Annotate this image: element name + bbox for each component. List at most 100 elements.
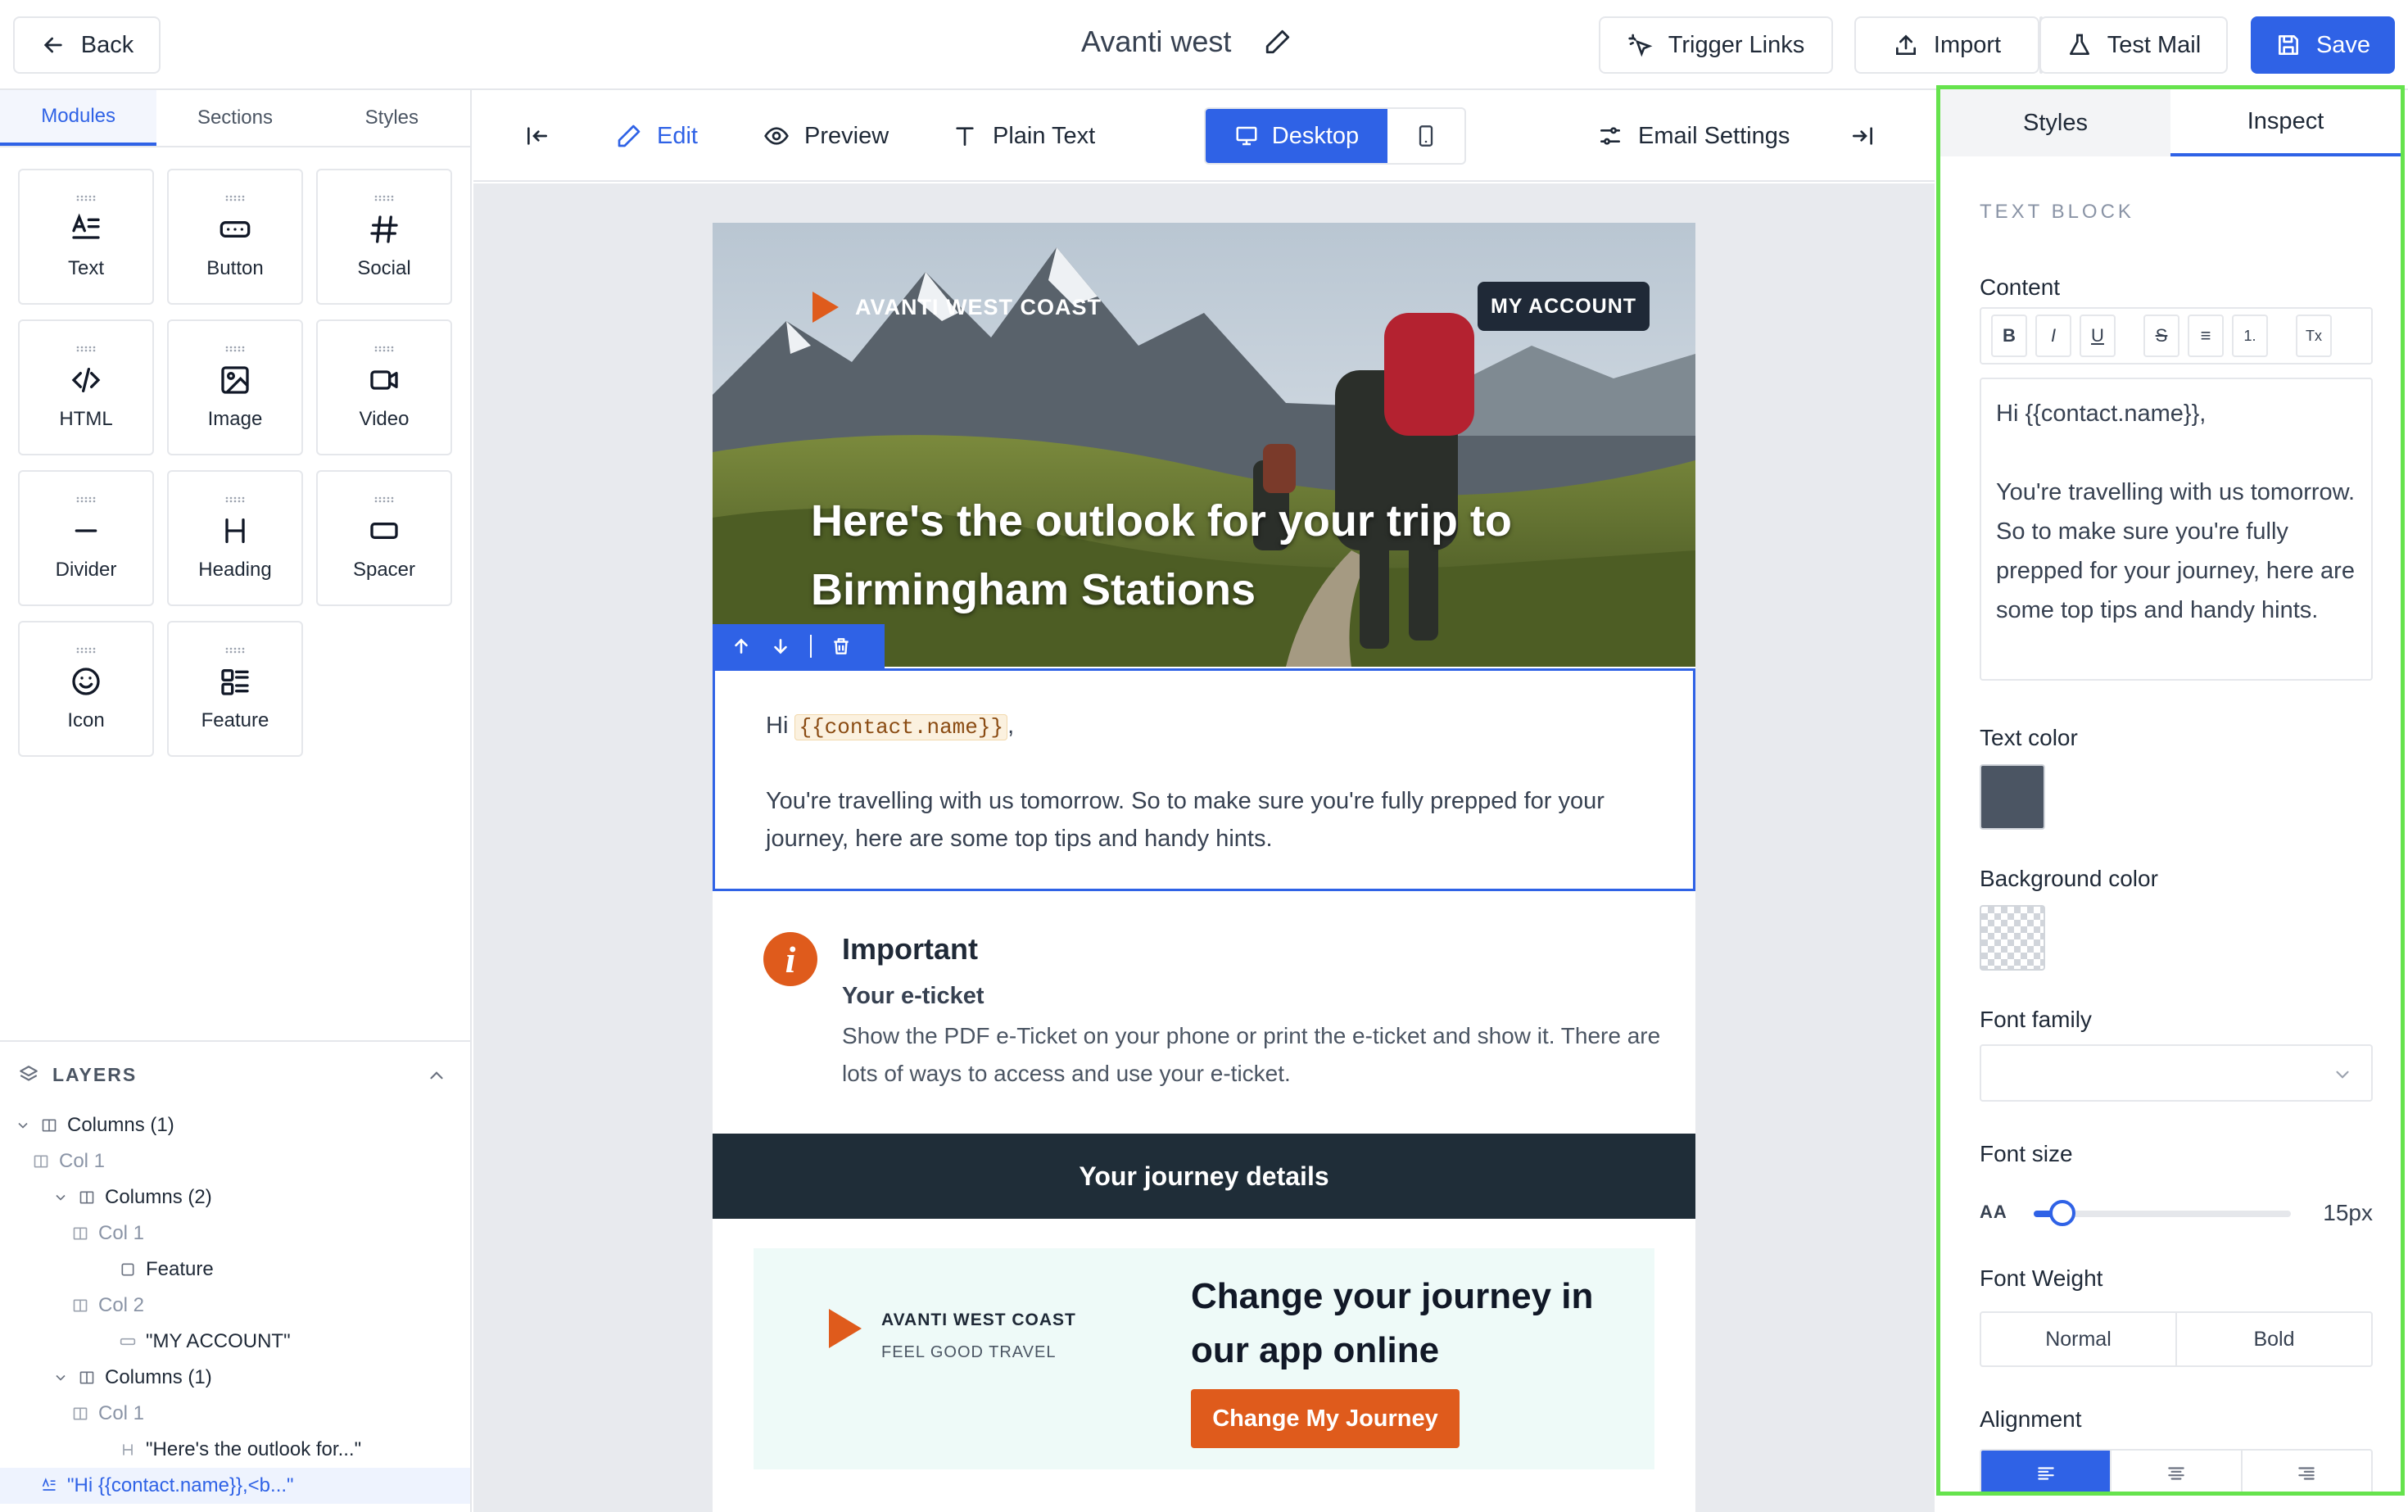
test-mail-button[interactable]: Test Mail [2039,16,2228,74]
back-label: Back [80,31,134,58]
layer-row[interactable]: Col 1 [0,1143,470,1179]
document-title-text: Avanti west [1081,25,1232,58]
document-title: Avanti west [1081,25,1292,59]
arrow-down-icon[interactable] [770,636,791,657]
arrow-up-icon[interactable] [731,636,752,657]
trash-icon[interactable] [831,636,852,657]
module-divider[interactable]: Divider [18,470,154,606]
module-html[interactable]: HTML [18,319,154,455]
layers-header[interactable]: LAYERS [0,1042,470,1107]
layer-label: Col 1 [98,1402,145,1424]
selected-text-block[interactable]: Hi {{contact.name}}, You're travelling w… [713,668,1695,891]
video-icon [370,370,398,390]
chevron-down-icon[interactable] [52,1189,69,1206]
pencil-icon [618,124,640,147]
bullet-list-button[interactable]: ≡ [2188,315,2224,357]
app-promo[interactable]: AVANTI WEST COAST FEEL GOOD TRAVEL Chang… [754,1248,1654,1469]
tab-inspect[interactable]: Inspect [2170,89,2401,156]
background-color-swatch[interactable] [1980,905,2045,971]
hero-section[interactable]: AVANTI WEST COAST MY ACCOUNT Here's the … [713,223,1695,667]
import-label: Import [1933,31,2002,58]
layer-row[interactable]: Columns (1) [0,1107,470,1143]
layer-row[interactable]: Col 1 [0,1215,470,1252]
drag-grip-icon [225,496,245,503]
plain-text-button[interactable]: Plain Text [952,90,1095,182]
layer-row[interactable]: Feature [0,1252,470,1288]
module-image[interactable]: Image [167,319,303,455]
align-left-icon [2037,1467,2054,1480]
font-weight-bold[interactable]: Bold [2175,1313,2371,1365]
desktop-toggle[interactable]: Desktop [1206,109,1387,163]
editor-body: You're travelling with us tomorrow. So t… [1996,479,2356,623]
layer-row[interactable]: Columns (2) [0,1179,470,1215]
merge-tag[interactable]: {{contact.name}} [794,714,1008,740]
font-family-select[interactable] [1980,1044,2373,1102]
module-heading[interactable]: Heading [167,470,303,606]
font-size-slider[interactable]: AA 15px [1980,1190,2373,1236]
collapse-left-button[interactable] [524,90,550,182]
my-account-button[interactable]: MY ACCOUNT [1478,282,1650,331]
strikethrough-button[interactable]: S [2143,315,2179,357]
font-weight-normal[interactable]: Normal [1981,1313,2175,1365]
edit-mode-button[interactable]: Edit [616,90,698,182]
layer-row[interactable]: Columns (1) [0,1360,470,1396]
pencil-icon[interactable] [1264,28,1292,56]
divider-icon [75,529,97,532]
columns-icon [42,1119,57,1132]
align-center-button[interactable] [2110,1451,2240,1492]
underline-button[interactable]: U [2080,315,2116,357]
brand-triangle-icon [812,292,839,323]
import-button[interactable]: Import [1854,16,2039,74]
tab-sections[interactable]: Sections [156,90,313,146]
module-social[interactable]: Social [316,169,452,305]
bold-button[interactable]: B [1991,315,2027,357]
trigger-links-button[interactable]: Trigger Links [1599,16,1833,74]
module-label: Heading [198,559,272,581]
drag-grip-icon [225,647,245,654]
layer-row[interactable]: "MY ACCOUNT" [0,1324,470,1360]
layer-row[interactable]: "Here's the outlook for..." [0,1432,470,1468]
numbered-list-button[interactable]: 1. [2232,315,2268,357]
layer-row-selected[interactable]: "Hi {{contact.name}},<b..." [0,1468,470,1504]
collapse-right-icon [1853,127,1872,145]
tab-styles[interactable]: Styles [314,90,470,146]
content-editor[interactable]: Hi {{contact.name}}, You're travelling w… [1980,378,2373,681]
tab-styles[interactable]: Styles [1940,89,2170,156]
align-right-button[interactable] [2240,1451,2371,1492]
background-color-label: Background color [1980,866,2158,891]
module-label: Spacer [352,559,416,581]
drag-grip-icon [374,346,394,352]
tab-modules[interactable]: Modules [0,90,157,146]
collapse-right-button[interactable] [1849,90,1876,182]
chevron-down-icon[interactable] [52,1369,69,1386]
change-journey-button[interactable]: Change My Journey [1191,1389,1460,1448]
chevron-down-icon[interactable] [15,1117,31,1134]
mobile-toggle[interactable] [1387,109,1464,163]
clear-format-button[interactable]: Tx [2296,315,2332,357]
chevron-up-icon[interactable] [426,1065,447,1086]
collapse-left-icon [527,127,547,145]
email-settings-button[interactable]: Email Settings [1597,90,1790,182]
plain-text-label: Plain Text [993,122,1096,149]
save-button[interactable]: Save [2251,16,2395,74]
module-button[interactable]: Button [167,169,303,305]
slider-handle[interactable] [2048,1200,2075,1226]
module-icon[interactable]: Icon [18,621,154,757]
back-button[interactable]: Back [13,16,161,74]
align-left-button[interactable] [1981,1451,2111,1492]
floppy-icon [2278,35,2298,55]
module-text[interactable]: Text [18,169,154,305]
module-spacer[interactable]: Spacer [316,470,452,606]
italic-button[interactable]: I [2035,315,2071,357]
arrow-left-icon [43,37,62,53]
journey-details-bar[interactable]: Your journey details [713,1134,1695,1219]
layer-label: Col 1 [59,1150,106,1172]
column-icon [73,1299,88,1312]
preview-button[interactable]: Preview [763,90,889,182]
sparkle-click-icon [1628,34,1653,57]
layer-row[interactable]: Col 1 [0,1396,470,1432]
module-feature[interactable]: Feature [167,621,303,757]
text-color-swatch[interactable] [1980,764,2045,830]
module-video[interactable]: Video [316,319,452,455]
layer-row[interactable]: Col 2 [0,1288,470,1324]
